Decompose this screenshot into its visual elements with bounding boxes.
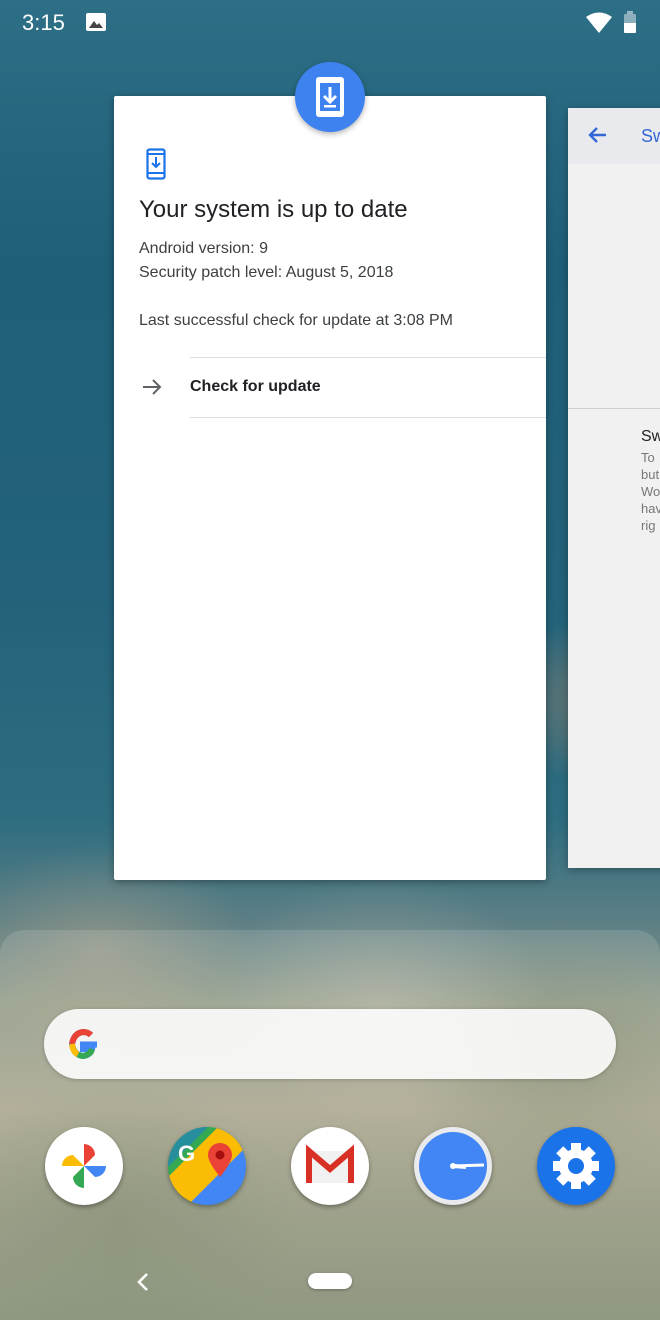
phone-download-icon xyxy=(146,148,166,185)
home-pill[interactable] xyxy=(308,1273,352,1289)
recent-app-card-system-update[interactable]: Your system is up to date Android versio… xyxy=(114,96,546,880)
recent-app-card-settings[interactable]: Sw Sw To but Wo hav rig xyxy=(568,108,660,868)
body-line: rig xyxy=(641,518,656,533)
status-bar: 3:15 xyxy=(0,0,660,48)
status-time: 3:15 xyxy=(22,10,65,35)
system-update-icon[interactable] xyxy=(295,62,365,132)
body-line: but xyxy=(641,467,660,482)
toolbar-title: Sw xyxy=(641,126,660,146)
last-check-status: Last successful check for update at 3:08… xyxy=(139,312,453,329)
divider xyxy=(568,408,660,409)
photos-app-icon[interactable] xyxy=(45,1127,123,1205)
android-version: Android version: 9 xyxy=(139,240,268,257)
section-heading: Sw xyxy=(641,428,660,445)
wifi-icon xyxy=(586,12,612,39)
google-g-logo xyxy=(64,1025,102,1068)
body-line: To xyxy=(641,450,655,465)
battery-icon xyxy=(624,11,636,33)
dock xyxy=(0,930,660,1320)
page-title: Your system is up to date xyxy=(139,196,408,223)
google-search-bar[interactable] xyxy=(44,1009,616,1079)
body-line: Wo xyxy=(641,484,660,499)
check-for-update-label: Check for update xyxy=(190,378,321,395)
divider xyxy=(190,417,546,418)
back-chevron-icon[interactable] xyxy=(134,1271,152,1298)
image-icon xyxy=(86,13,106,31)
gmail-app-icon[interactable] xyxy=(291,1127,369,1205)
arrow-right-icon xyxy=(141,376,163,403)
back-arrow-icon xyxy=(586,124,608,151)
clock-app-icon[interactable] xyxy=(414,1127,492,1205)
maps-app-icon[interactable]: G xyxy=(168,1127,246,1205)
toolbar: Sw xyxy=(568,108,660,164)
body-line: hav xyxy=(641,501,660,516)
settings-app-icon[interactable] xyxy=(537,1127,615,1205)
svg-text:G: G xyxy=(178,1141,195,1166)
security-patch-level: Security patch level: August 5, 2018 xyxy=(139,264,394,281)
check-for-update-button[interactable]: Check for update xyxy=(114,358,546,416)
